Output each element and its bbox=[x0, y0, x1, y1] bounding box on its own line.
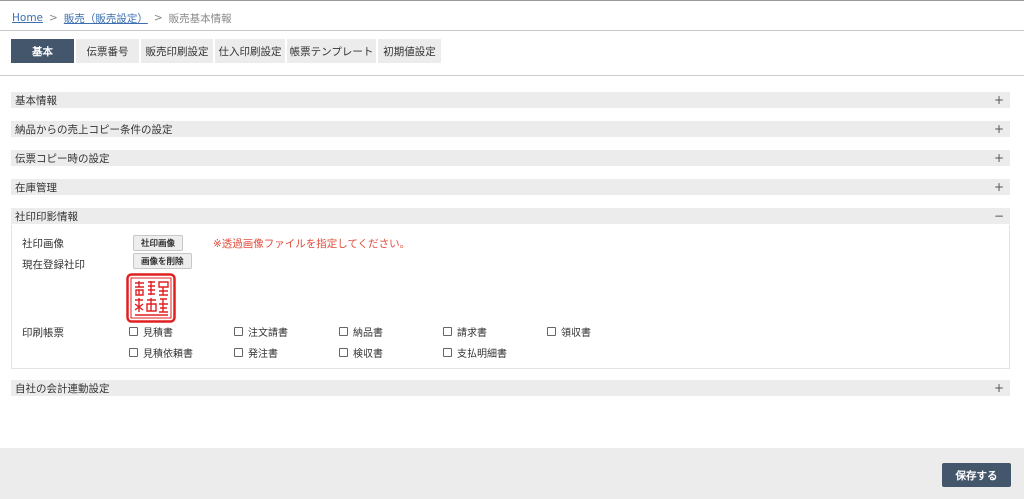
breadcrumb-current: 販売基本情報 bbox=[168, 12, 232, 25]
top-border bbox=[0, 0, 1024, 1]
company-seal-image bbox=[126, 273, 176, 323]
section-title: 社印印影情報 bbox=[15, 210, 78, 223]
checkbox-label: 発注書 bbox=[248, 349, 278, 360]
tab-form-template[interactable]: 帳票テンプレート bbox=[287, 39, 376, 63]
tab-slip-number[interactable]: 伝票番号 bbox=[76, 39, 139, 63]
delete-image-button[interactable]: 画像を削除 bbox=[133, 253, 192, 269]
tab-basic[interactable]: 基本 bbox=[11, 39, 74, 63]
tabs-divider bbox=[0, 75, 1024, 76]
section-title: 納品からの売上コピー条件の設定 bbox=[15, 123, 173, 136]
collapse-icon[interactable]: − bbox=[994, 209, 1004, 223]
section-sales-copy-conditions[interactable]: 納品からの売上コピー条件の設定 + bbox=[11, 121, 1010, 137]
checkbox-box[interactable] bbox=[129, 327, 138, 336]
section-title: 在庫管理 bbox=[15, 181, 57, 194]
checkbox-quotation[interactable]: 見積書 bbox=[129, 324, 173, 339]
breadcrumb-separator: > bbox=[153, 12, 163, 24]
checkbox-payment-statement[interactable]: 支払明細書 bbox=[443, 345, 507, 360]
section-title: 伝票コピー時の設定 bbox=[15, 152, 110, 165]
checkbox-delivery-note[interactable]: 納品書 bbox=[339, 324, 383, 339]
breadcrumb-sales-link[interactable]: 販売（販売設定） bbox=[64, 11, 148, 26]
checkbox-label: 納品書 bbox=[353, 328, 383, 339]
checkbox-order-acknowledgement[interactable]: 注文請書 bbox=[234, 324, 288, 339]
checkbox-label: 注文請書 bbox=[248, 328, 288, 339]
tab-sales-print-settings[interactable]: 販売印刷設定 bbox=[141, 39, 213, 63]
checkbox-label: 領収書 bbox=[561, 328, 591, 339]
tab-purchase-print-settings[interactable]: 仕入印刷設定 bbox=[215, 39, 285, 63]
checkbox-box[interactable] bbox=[339, 348, 348, 357]
checkbox-box[interactable] bbox=[547, 327, 556, 336]
breadcrumb-separator: > bbox=[49, 12, 58, 24]
checkbox-label: 請求書 bbox=[457, 328, 487, 339]
checkbox-invoice[interactable]: 請求書 bbox=[443, 324, 487, 339]
section-inventory[interactable]: 在庫管理 + bbox=[11, 179, 1010, 195]
section-title: 基本情報 bbox=[15, 94, 57, 107]
expand-icon[interactable]: + bbox=[994, 151, 1004, 165]
expand-icon[interactable]: + bbox=[994, 122, 1004, 136]
checkbox-label: 支払明細書 bbox=[457, 349, 507, 360]
checkbox-box[interactable] bbox=[339, 327, 348, 336]
section-basic-info[interactable]: 基本情報 + bbox=[11, 92, 1010, 108]
print-forms-label: 印刷帳票 bbox=[22, 327, 64, 339]
checkbox-inspection[interactable]: 検収書 bbox=[339, 345, 383, 360]
seal-image-button[interactable]: 社印画像 bbox=[133, 235, 184, 251]
checkbox-box[interactable] bbox=[234, 327, 243, 336]
section-slip-copy-settings[interactable]: 伝票コピー時の設定 + bbox=[11, 150, 1010, 166]
company-seal-panel: 社印画像 社印画像 ※透過画像ファイルを指定してください。 現在登録社印 画像を… bbox=[11, 225, 1010, 369]
checkbox-label: 検収書 bbox=[353, 349, 383, 360]
settings-tabs: 基本 伝票番号 販売印刷設定 仕入印刷設定 帳票テンプレート 初期値設定 bbox=[11, 39, 441, 63]
section-title: 自社の会計連動設定 bbox=[15, 382, 110, 395]
checkbox-label: 見積書 bbox=[143, 328, 173, 339]
checkbox-purchase-order[interactable]: 発注書 bbox=[234, 345, 278, 360]
footer-bar bbox=[0, 448, 1024, 499]
tab-initial-values[interactable]: 初期値設定 bbox=[378, 39, 441, 63]
section-accounting-link[interactable]: 自社の会計連動設定 + bbox=[11, 380, 1010, 396]
checkbox-box[interactable] bbox=[443, 348, 452, 357]
expand-icon[interactable]: + bbox=[994, 381, 1004, 395]
transparent-image-warning: ※透過画像ファイルを指定してください。 bbox=[213, 238, 411, 250]
breadcrumb-divider bbox=[0, 30, 1024, 31]
breadcrumb-home-link[interactable]: Home bbox=[12, 12, 43, 24]
checkbox-box[interactable] bbox=[129, 348, 138, 357]
checkbox-receipt[interactable]: 領収書 bbox=[547, 324, 591, 339]
section-company-seal[interactable]: 社印印影情報 − bbox=[11, 208, 1010, 224]
breadcrumb: Home > 販売（販売設定） > 販売基本情報 bbox=[12, 10, 232, 26]
checkbox-quotation-request[interactable]: 見積依頼書 bbox=[129, 345, 193, 360]
save-button[interactable]: 保存する bbox=[942, 463, 1011, 487]
current-seal-label: 現在登録社印 bbox=[22, 259, 85, 271]
expand-icon[interactable]: + bbox=[994, 180, 1004, 194]
checkbox-box[interactable] bbox=[443, 327, 452, 336]
checkbox-box[interactable] bbox=[234, 348, 243, 357]
expand-icon[interactable]: + bbox=[994, 93, 1004, 107]
checkbox-label: 見積依頼書 bbox=[143, 349, 193, 360]
seal-image-label: 社印画像 bbox=[22, 238, 64, 250]
